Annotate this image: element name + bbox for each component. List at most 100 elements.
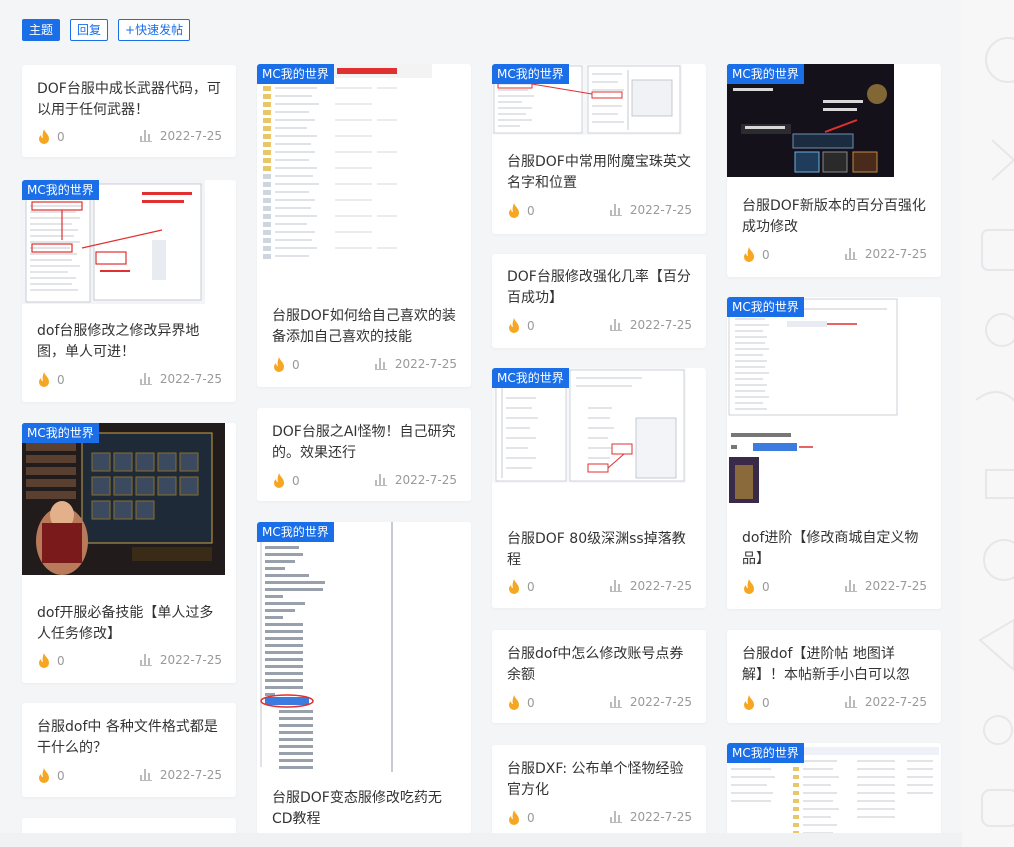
post-card[interactable]: MC我的世界 dof开服必备技能【单人过多人任务修改】 0 2022-7-25 — [22, 423, 236, 683]
post-title: DOF台服修改强化几率【百分百成功】 — [507, 269, 691, 306]
bar-chart-icon — [139, 654, 152, 666]
post-meta: 0 2022-7-25 — [742, 247, 927, 265]
post-title: 台服DOF新版本的百分百强化成功修改 — [742, 198, 926, 235]
post-card[interactable]: MC我的世界 — [727, 743, 941, 843]
post-date: 2022-7-25 — [629, 579, 692, 593]
post-card[interactable]: MC我的世界 台服DOF中常用附魔宝珠英文名字和位置 0 2022-7-25 — [492, 64, 706, 234]
decorative-background — [962, 0, 1014, 847]
post-title: 台服dof中 各种文件格式都是干什么的？ — [37, 719, 218, 756]
post-title: 台服DOF如何给自己喜欢的装备添加自己喜欢的技能 — [272, 308, 456, 345]
flame-icon — [509, 318, 519, 333]
bar-chart-icon — [609, 811, 622, 823]
like-count: 0 — [527, 811, 535, 825]
category-badge[interactable]: MC我的世界 — [492, 64, 569, 84]
flame-icon — [509, 203, 519, 218]
tab-replies[interactable]: 回复 — [70, 19, 109, 41]
post-title: dof进阶【修改商城自定义物品】 — [742, 530, 919, 567]
post-meta: 0 2022-7-25 — [37, 768, 222, 786]
quick-post-button[interactable]: +快速发帖 — [118, 19, 191, 41]
like-count: 0 — [762, 696, 770, 710]
like-count: 0 — [762, 580, 770, 594]
category-badge[interactable]: MC我的世界 — [22, 423, 99, 443]
post-title: 台服dof【进阶帖 地图详解】！本帖新手小白可以忽 — [742, 646, 910, 683]
post-thumbnail — [257, 64, 432, 264]
post-card[interactable]: 台服dof中 各种文件格式都是干什么的？ 0 2022-7-25 — [22, 703, 236, 797]
post-card[interactable]: 台服dof【进阶帖 地图详解】！本帖新手小白可以忽 0 2022-7-25 — [727, 630, 941, 723]
category-badge[interactable]: MC我的世界 — [727, 297, 804, 317]
category-badge[interactable]: MC我的世界 — [727, 64, 804, 84]
post-card[interactable]: MC我的世界 台服DOF如何给自己喜欢的装备添加自己喜欢的技能 0 2022-7… — [257, 64, 471, 387]
post-title: 台服DOF变态服修改吃药无CD教程 — [272, 790, 442, 827]
post-title: DOF台服中成长武器代码，可以用于任何武器！ — [37, 81, 221, 118]
post-title: dof台服修改之修改异界地图，单人可进！ — [37, 323, 200, 360]
category-badge[interactable]: MC我的世界 — [727, 743, 804, 763]
post-date: 2022-7-25 — [629, 810, 692, 824]
like-count: 0 — [527, 696, 535, 710]
flame-icon — [744, 579, 754, 594]
post-title: DOF台服之AI怪物！自己研究的。效果还行 — [272, 424, 456, 461]
flame-icon — [744, 695, 754, 710]
post-date: 2022-7-25 — [394, 473, 457, 487]
like-count: 0 — [57, 373, 65, 387]
like-count: 0 — [527, 319, 535, 333]
post-date: 2022-7-25 — [629, 695, 692, 709]
post-card[interactable]: MC我的世界 dof进阶【修改商城自定义物品】 0 2022-7-25 — [727, 297, 941, 609]
post-title: 台服dof中怎么修改账号点券余额 — [507, 646, 684, 683]
bar-chart-icon — [609, 696, 622, 708]
post-date: 2022-7-25 — [394, 357, 457, 371]
bottom-divider — [0, 833, 962, 847]
tab-topics[interactable]: 主题 — [22, 19, 61, 41]
post-card[interactable]: MC我的世界 台服DOF新版本的百分百强化成功修改 0 2022-7-25 — [727, 64, 941, 277]
flame-icon — [509, 695, 519, 710]
category-badge[interactable]: MC我的世界 — [22, 180, 99, 200]
like-count: 0 — [57, 654, 65, 668]
post-card[interactable]: DOF台服修改强化几率【百分百成功】 0 2022-7-25 — [492, 254, 706, 348]
post-title: dof开服必备技能【单人过多人任务修改】 — [37, 605, 214, 642]
flame-icon — [744, 247, 754, 262]
tab-bar: 主题 回复 +快速发帖 — [22, 19, 191, 41]
post-date: 2022-7-25 — [159, 129, 222, 143]
bar-chart-icon — [844, 580, 857, 592]
post-title: 台服DOF中常用附魔宝珠英文名字和位置 — [507, 154, 691, 191]
bar-chart-icon — [609, 204, 622, 216]
like-count: 0 — [292, 474, 300, 488]
bar-chart-icon — [844, 696, 857, 708]
post-meta: 0 2022-7-25 — [37, 653, 222, 671]
bar-chart-icon — [139, 769, 152, 781]
post-card[interactable]: DOF台服之AI怪物！自己研究的。效果还行 0 2022-7-25 — [257, 408, 471, 501]
post-thumbnail — [257, 522, 393, 772]
bar-chart-icon — [139, 373, 152, 385]
flame-icon — [39, 653, 49, 668]
post-card[interactable]: 台服DXF: 公布单个怪物经验官方化 0 2022-7-25 — [492, 745, 706, 840]
post-card[interactable]: 台服dof中怎么修改账号点券余额 0 2022-7-25 — [492, 630, 706, 723]
like-count: 0 — [57, 769, 65, 783]
post-meta: 0 2022-7-25 — [507, 695, 692, 713]
post-date: 2022-7-25 — [864, 695, 927, 709]
like-count: 0 — [762, 248, 770, 262]
bar-chart-icon — [609, 580, 622, 592]
post-card[interactable]: MC我的世界 dof台服修改之修改异界地图，单人可进！ 0 2022-7-25 — [22, 180, 236, 402]
bar-chart-icon — [374, 474, 387, 486]
flame-icon — [39, 768, 49, 783]
bar-chart-icon — [374, 358, 387, 370]
category-badge[interactable]: MC我的世界 — [257, 64, 334, 84]
post-meta: 0 2022-7-25 — [507, 810, 692, 828]
post-meta: 0 2022-7-25 — [742, 695, 927, 713]
like-count: 0 — [527, 204, 535, 218]
post-card[interactable]: MC我的世界 台服DOF 80级深渊ss掉落教程 0 2022-7-25 — [492, 368, 706, 608]
post-date: 2022-7-25 — [629, 203, 692, 217]
post-card[interactable]: MC我的世界 台服DOF变态服修改吃药无CD教程 — [257, 522, 471, 847]
post-meta: 0 2022-7-25 — [37, 129, 222, 147]
post-meta: 0 2022-7-25 — [742, 579, 927, 597]
category-badge[interactable]: MC我的世界 — [257, 522, 334, 542]
category-badge[interactable]: MC我的世界 — [492, 368, 569, 388]
flame-icon — [274, 357, 284, 372]
flame-icon — [509, 810, 519, 825]
post-date: 2022-7-25 — [864, 579, 927, 593]
post-date: 2022-7-25 — [864, 247, 927, 261]
flame-icon — [39, 129, 49, 144]
bar-chart-icon — [609, 319, 622, 331]
like-count: 0 — [57, 130, 65, 144]
post-meta: 0 2022-7-25 — [507, 203, 692, 221]
post-card[interactable]: DOF台服中成长武器代码，可以用于任何武器！ 0 2022-7-25 — [22, 65, 236, 157]
